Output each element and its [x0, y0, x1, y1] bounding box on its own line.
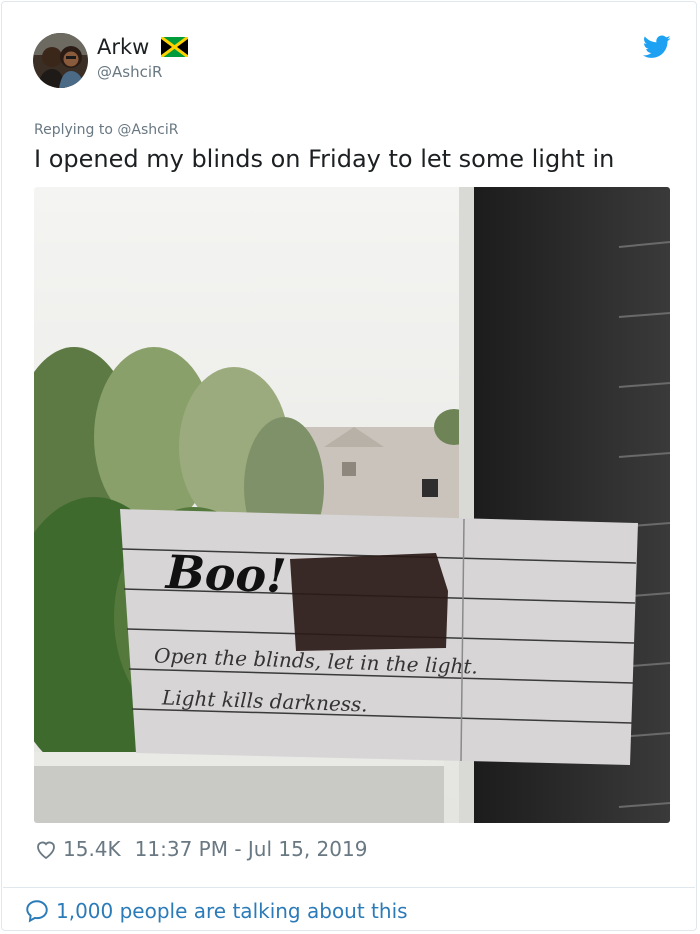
tweet-photo[interactable]: Boo! Open the blinds, let in the light. …: [34, 187, 670, 823]
talking-text[interactable]: 1,000 people are talking about this: [56, 899, 408, 923]
tweet-meta: 15.4K 11:37 PM - Jul 15, 2019: [34, 834, 367, 864]
divider: [3, 887, 695, 888]
chat-bubble-icon: [26, 900, 48, 923]
conversation-link[interactable]: 1,000 people are talking about this: [24, 896, 408, 926]
note-title: Boo!: [165, 544, 288, 604]
avatar[interactable]: [33, 33, 88, 88]
twitter-bird-icon[interactable]: [643, 35, 671, 59]
timestamp[interactable]: 11:37 PM - Jul 15, 2019: [135, 837, 368, 861]
tweet-card: Arkw @AshciR Replying to @AshciR I opene…: [1, 1, 697, 931]
replying-to[interactable]: Replying to @AshciR: [34, 122, 178, 138]
like-count[interactable]: 15.4K: [63, 837, 121, 861]
user-handle[interactable]: @AshciR: [97, 63, 162, 81]
user-name[interactable]: Arkw: [97, 35, 149, 59]
heart-icon[interactable]: [34, 837, 58, 861]
tweet-text: I opened my blinds on Friday to let some…: [34, 145, 615, 173]
jamaica-flag-icon: [161, 37, 188, 57]
